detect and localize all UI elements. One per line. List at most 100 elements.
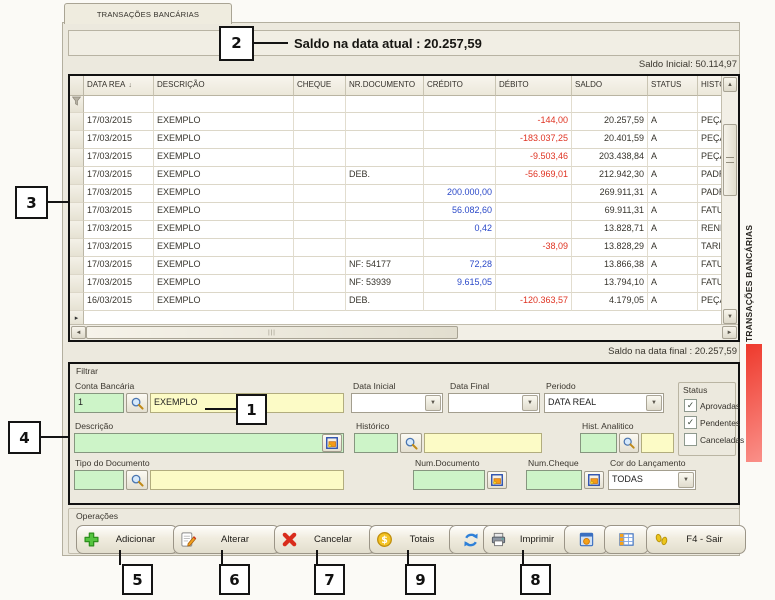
tipo-documento-lookup-button[interactable]: [126, 470, 148, 490]
column-header-cheque[interactable]: CHEQUE: [294, 76, 346, 96]
cell-data: 17/03/2015: [84, 113, 154, 131]
footprints-icon: [653, 531, 670, 548]
data-final-combo[interactable]: ▼: [448, 393, 540, 413]
data-inicial-combo[interactable]: ▼: [351, 393, 443, 413]
totais-button[interactable]: $ Totais: [369, 525, 458, 554]
column-header-saldo[interactable]: SALDO: [572, 76, 648, 96]
descricao-input[interactable]: [74, 433, 344, 453]
vertical-scrollbar[interactable]: ▲ ▼: [721, 76, 738, 325]
row-selector[interactable]: [70, 239, 84, 257]
table-row[interactable]: 16/03/2015 EXEMPLO DEB. -120.363,57 4.17…: [70, 293, 722, 311]
table-row[interactable]: 17/03/2015 EXEMPLO DEB. -56.969,01 212.9…: [70, 167, 722, 185]
cancelar-button[interactable]: Cancelar: [274, 525, 375, 554]
hist-analitico-name-field[interactable]: [641, 433, 674, 453]
grid-filter-row[interactable]: [70, 96, 722, 113]
callout-8: 8: [520, 564, 551, 595]
row-selector[interactable]: [70, 131, 84, 149]
num-cheque-list-button[interactable]: [584, 471, 604, 489]
num-cheque-input[interactable]: [526, 470, 582, 490]
plus-icon: [83, 531, 100, 548]
row-selector[interactable]: [70, 149, 84, 167]
horizontal-scroll-thumb[interactable]: |||: [86, 326, 458, 339]
current-row-marker: ▸: [70, 311, 84, 325]
column-header-historico[interactable]: HISTÓRICO: [698, 76, 722, 96]
row-selector[interactable]: [70, 275, 84, 293]
cell-credito: [424, 293, 496, 311]
status-checkbox-canceladas[interactable]: Canceladas: [684, 433, 735, 446]
column-header-credito[interactable]: CRÉDITO: [424, 76, 496, 96]
column-header-status[interactable]: STATUS: [648, 76, 698, 96]
table-row[interactable]: 17/03/2015 EXEMPLO -144,00 20.257,59 A P…: [70, 113, 722, 131]
table-row[interactable]: 17/03/2015 EXEMPLO NF: 54177 72,28 13.86…: [70, 257, 722, 275]
cell-historico: PEÇA: [698, 293, 722, 311]
row-selector[interactable]: [70, 113, 84, 131]
status-checkbox-aprovadas[interactable]: ✓Aprovadas: [684, 399, 735, 412]
column-header-documento[interactable]: NR.DOCUMENTO: [346, 76, 424, 96]
grid-button[interactable]: [604, 525, 649, 554]
list-icon: [490, 473, 504, 487]
column-header-debito[interactable]: DÉBITO: [496, 76, 572, 96]
cell-credito: [424, 149, 496, 167]
table-row[interactable]: 17/03/2015 EXEMPLO -9.503,46 203.438,84 …: [70, 149, 722, 167]
column-header-descricao[interactable]: DESCRIÇÃO: [154, 76, 294, 96]
new-row-indicator[interactable]: ▸: [70, 311, 722, 325]
imprimir-button[interactable]: Imprimir: [483, 525, 574, 554]
cell-credito: 72,28: [424, 257, 496, 275]
table-row[interactable]: 17/03/2015 EXEMPLO NF: 53939 9.615,05 13…: [70, 275, 722, 293]
row-selector[interactable]: [70, 203, 84, 221]
table-grid-icon: [618, 531, 635, 548]
chevron-down-icon[interactable]: ▼: [646, 395, 662, 411]
tipo-documento-code-input[interactable]: [74, 470, 124, 490]
status-checkbox-pendentes[interactable]: ✓Pendentes: [684, 416, 735, 429]
horizontal-scrollbar[interactable]: ◄ ||| ►: [70, 324, 738, 340]
historico-lookup-button[interactable]: [400, 433, 422, 453]
scroll-left-button[interactable]: ◄: [71, 326, 86, 339]
window-sun-icon: [578, 531, 595, 548]
table-row[interactable]: 17/03/2015 EXEMPLO 0,42 13.828,71 A REND: [70, 221, 722, 239]
alterar-button[interactable]: Alterar: [173, 525, 280, 554]
row-selector[interactable]: [70, 167, 84, 185]
tipo-documento-name-field[interactable]: [150, 470, 344, 490]
grid-area: DATA REA↓ DESCRIÇÃO CHEQUE NR.DOCUMENTO …: [70, 76, 722, 325]
num-documento-input[interactable]: [413, 470, 485, 490]
corner-selector[interactable]: [70, 76, 84, 96]
row-selector[interactable]: [70, 185, 84, 203]
row-selector[interactable]: [70, 221, 84, 239]
column-header-data[interactable]: DATA REA↓: [84, 76, 154, 96]
main-tab[interactable]: TRANSAÇÕES BANCÁRIAS: [64, 3, 232, 24]
cell-debito: -56.969,01: [496, 167, 572, 185]
vertical-scroll-thumb[interactable]: [723, 124, 737, 196]
chevron-down-icon[interactable]: ▼: [678, 472, 694, 488]
side-tab[interactable]: TRANSAÇÕES BANCÁRIAS: [744, 222, 762, 344]
coin-icon: $: [376, 531, 393, 548]
row-selector[interactable]: [70, 293, 84, 311]
hist-analitico-code-input[interactable]: [580, 433, 617, 453]
scroll-up-button[interactable]: ▲: [723, 77, 737, 92]
sair-button[interactable]: F4 - Sair: [646, 525, 746, 554]
arrow-down-icon: ▼: [727, 314, 733, 320]
hist-analitico-lookup-button[interactable]: [619, 433, 639, 453]
table-row[interactable]: 17/03/2015 EXEMPLO -183.037,25 20.401,59…: [70, 131, 722, 149]
table-row[interactable]: 17/03/2015 EXEMPLO 56.082,60 69.911,31 A…: [70, 203, 722, 221]
config-button[interactable]: [564, 525, 608, 554]
row-selector[interactable]: [70, 257, 84, 275]
chevron-down-icon[interactable]: ▼: [425, 395, 441, 411]
table-row[interactable]: 17/03/2015 EXEMPLO -38,09 13.828,29 A TA…: [70, 239, 722, 257]
scroll-right-button[interactable]: ►: [722, 326, 737, 339]
scroll-down-button[interactable]: ▼: [723, 309, 737, 324]
chevron-down-icon[interactable]: ▼: [522, 395, 538, 411]
periodo-combo[interactable]: DATA REAL▼: [544, 393, 664, 413]
adicionar-button[interactable]: Adicionar: [76, 525, 178, 554]
side-accent-strip: [746, 344, 762, 462]
historico-code-input[interactable]: [354, 433, 398, 453]
conta-bancaria-lookup-button[interactable]: [126, 393, 148, 413]
num-documento-list-button[interactable]: [487, 471, 507, 489]
callout-6: 6: [219, 564, 250, 595]
cor-lancamento-combo[interactable]: TODAS▼: [608, 470, 696, 490]
conta-bancaria-code-input[interactable]: 1: [74, 393, 124, 413]
descricao-list-button[interactable]: [322, 434, 342, 452]
cell-status: A: [648, 275, 698, 293]
cell-saldo: 13.828,71: [572, 221, 648, 239]
table-row[interactable]: 17/03/2015 EXEMPLO 200.000,00 269.911,31…: [70, 185, 722, 203]
historico-name-field[interactable]: [424, 433, 542, 453]
